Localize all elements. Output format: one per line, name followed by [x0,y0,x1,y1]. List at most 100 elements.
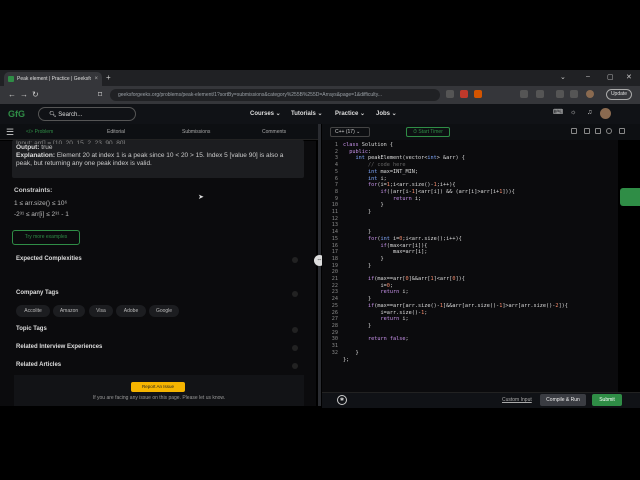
line-number: 3 [334,155,338,162]
tab-editorial[interactable]: Editorial [107,129,125,135]
tab-problem[interactable]: </> Problem [26,129,53,135]
line-number: 16 [331,242,338,249]
search-input[interactable]: 🔍︎ Search... [38,107,136,121]
section-related-articles[interactable]: Related Articles [16,362,61,368]
line-number: 15 [331,235,338,242]
sidebar-icon[interactable] [556,90,564,98]
constraint-line-1: 1 ≤ arr.size() ≤ 10⁶ [14,200,68,207]
expand-chevron-icon[interactable] [292,291,298,297]
translate-icon[interactable] [446,90,454,98]
line-number: 24 [331,296,338,303]
user-avatar[interactable] [600,108,611,119]
line-number: 23 [331,289,338,296]
line-number: 13 [331,222,338,229]
code-icon[interactable]: ⌨ [553,109,563,117]
fullscreen-icon[interactable] [595,128,601,134]
line-number: 2 [334,148,338,155]
search-icon: 🔍︎ [49,112,59,118]
mouse-cursor-icon: ➤ [198,194,204,201]
gfg-favicon-icon [8,76,14,82]
expand-chevron-icon[interactable] [292,345,298,351]
window-close-icon[interactable]: ✕ [626,73,632,81]
expand-chevron-icon[interactable] [292,327,298,333]
nav-tutorials[interactable]: Tutorials ⌄ [291,110,323,117]
company-tag-adobe[interactable]: Adobe [116,305,146,317]
extension-badge-icon[interactable] [474,90,482,98]
output-label: Output: [16,144,40,151]
forward-icon[interactable]: → [20,90,28,99]
section-expected-complexities[interactable]: Expected Complexities [16,256,82,262]
line-number: 25 [331,302,338,309]
chat-help-button[interactable] [620,188,640,206]
expand-icon[interactable] [619,128,625,134]
settings-gear-icon[interactable] [606,128,612,134]
submit-button[interactable]: Submit [592,394,622,406]
start-timer-label: Start Timer [418,129,443,135]
reload-icon[interactable]: ↻ [32,90,39,99]
copy-icon[interactable] [571,128,577,134]
line-number: 6 [334,175,338,182]
report-issue-button[interactable]: Report An Issue [131,382,185,392]
custom-input-link[interactable]: Custom Input [502,397,532,403]
company-tag-amazon[interactable]: Amazon [53,305,85,317]
line-number: 7 [334,182,338,189]
expand-chevron-icon[interactable] [292,257,298,263]
line-number: 31 [331,343,338,350]
line-number: 26 [331,309,338,316]
screenshot-icon[interactable] [520,90,528,98]
line-number: 10 [331,202,338,209]
maximize-icon[interactable]: ▢ [607,73,614,81]
new-tab-button[interactable]: + [106,73,111,82]
company-tag-accolite[interactable]: Accolite [16,305,50,317]
update-button[interactable]: Update [606,89,632,100]
language-select[interactable]: C++ (17) ⌄ [330,127,370,137]
expand-chevron-icon[interactable] [292,363,298,369]
tab-close-icon[interactable]: × [94,76,98,82]
try-more-examples-button[interactable]: Try more examples [12,230,80,245]
line-number: 4 [334,162,338,169]
line-number: 32 [331,349,338,356]
browser-tab-title: Peak element | Practice | GeeksforGeeks [17,76,91,82]
line-number: 1 [334,142,338,148]
line-number: 20 [331,269,338,276]
explanation-label: Explanation: [16,152,56,159]
nav-jobs[interactable]: Jobs ⌄ [376,110,397,117]
url-field[interactable]: geeksforgeeks.org/problems/peak-element/… [110,89,440,101]
compile-run-button[interactable]: Compile & Run [540,394,586,406]
back-icon[interactable]: ← [8,90,16,99]
line-number: 28 [331,322,338,329]
tab-comments[interactable]: Comments [262,129,286,135]
nav-practice[interactable]: Practice ⌄ [335,110,365,117]
debug-icon[interactable]: ✱ [337,395,347,405]
section-topic-tags[interactable]: Topic Tags [16,326,47,332]
explanation-text: Element 20 at index 1 is a peak since 10… [16,152,284,167]
bookmark-icon[interactable]: ⌑ [98,90,102,99]
extension-icon[interactable] [460,90,468,98]
report-footnote: If you are facing any issue on this page… [92,395,226,401]
section-related-interview-experiences[interactable]: Related Interview Experiences [16,344,102,350]
company-tag-google[interactable]: Google [149,305,179,317]
gfg-logo[interactable]: GfG [8,109,28,119]
tab-search-icon[interactable]: ⌄ [560,73,566,81]
theme-toggle-icon[interactable]: ☼ [570,109,578,117]
extensions-puzzle-icon[interactable] [536,90,544,98]
line-number: 21 [331,276,338,283]
section-company-tags[interactable]: Company Tags [16,290,59,296]
profile-icon[interactable] [586,90,594,98]
minimize-icon[interactable]: – [586,73,590,80]
browser-tab[interactable]: Peak element | Practice | GeeksforGeeks … [4,72,102,86]
company-tag-visa[interactable]: Visa [89,305,113,317]
line-number-gutter: 1 2 3 4 5 6 7 8 9 10 11 12 13 14 15 16 17 18 19 20 21 22 23 24 2… [322,142,338,357]
code-content[interactable]: class Solution { public: int peakElement… [343,142,618,363]
reset-icon[interactable] [584,128,590,134]
line-number: 27 [331,316,338,323]
line-number: 14 [331,229,338,236]
line-number: 29 [331,329,338,336]
constraint-line-2: -2³¹ ≤ arr[i] ≤ 2³¹ - 1 [14,211,69,218]
tab-submissions[interactable]: Submissions [182,129,210,135]
notification-bell-icon[interactable]: ♫ [587,109,595,117]
download-icon[interactable] [570,90,578,98]
nav-courses[interactable]: Courses ⌄ [250,110,281,117]
start-timer-button[interactable]: ⏱ Start Timer [406,127,450,137]
menu-hamburger-icon[interactable]: ☰ [6,127,14,138]
